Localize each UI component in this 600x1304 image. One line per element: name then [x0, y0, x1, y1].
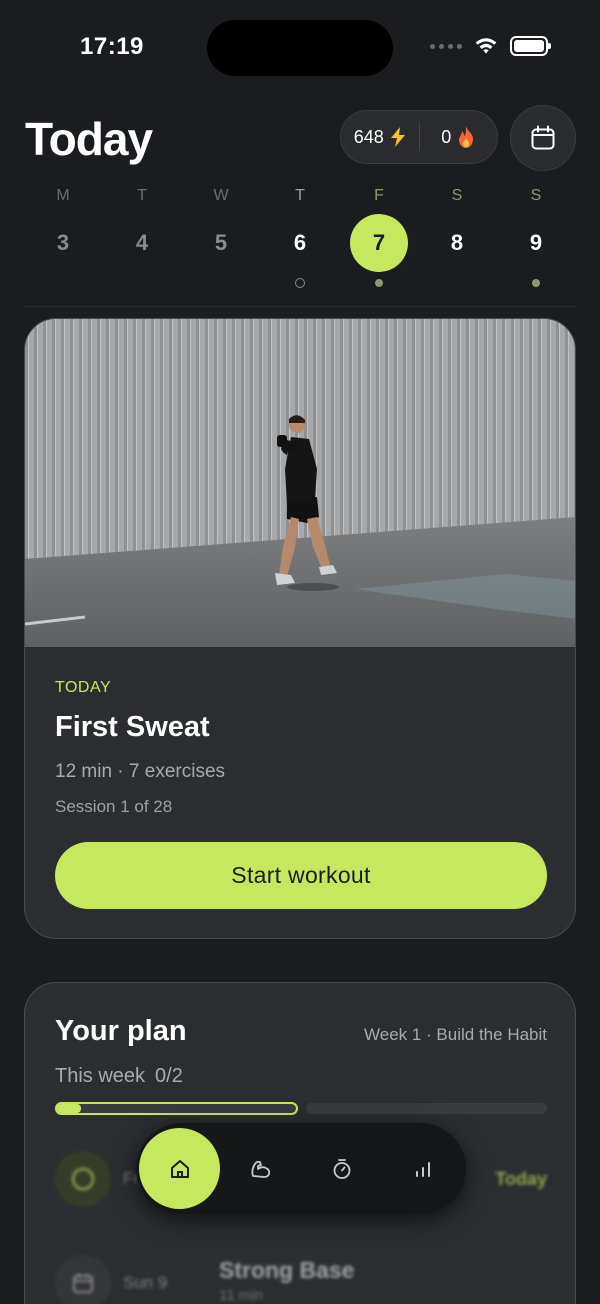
progress-bar-session-1	[55, 1102, 298, 1115]
day-tue[interactable]: T 4	[112, 184, 172, 272]
nav-home[interactable]	[139, 1128, 220, 1209]
day-number: 8	[450, 230, 464, 255]
home-icon	[170, 1159, 189, 1178]
signal-icon	[430, 43, 462, 49]
row-subtitle: 11 min	[219, 1287, 263, 1304]
day-number-selected: 7	[350, 214, 408, 272]
dynamic-island	[207, 20, 393, 76]
row-title: Strong Base	[219, 1257, 355, 1283]
calendar-icon	[531, 125, 555, 150]
divider	[24, 306, 576, 307]
day-letter: F	[374, 187, 384, 204]
day-wed[interactable]: W 5	[191, 184, 251, 272]
battery-icon	[510, 36, 551, 56]
status-time: 17:19	[80, 33, 144, 60]
status-icons	[430, 36, 551, 56]
row-tag: Today	[495, 1169, 547, 1189]
bottom-nav	[136, 1123, 466, 1214]
day-number: 6	[293, 230, 307, 255]
day-letter: W	[213, 187, 229, 204]
day-number: 4	[135, 230, 149, 255]
stats-icon	[415, 1161, 430, 1177]
progress-bar-session-2	[306, 1103, 547, 1114]
session-status-icon	[55, 1255, 111, 1304]
muscle-icon	[250, 1160, 270, 1178]
fire-icon	[459, 126, 474, 148]
day-number: 5	[214, 230, 228, 255]
timer-icon	[333, 1158, 350, 1179]
lightning-icon	[390, 127, 405, 147]
day-thu[interactable]: T 6	[270, 184, 330, 288]
workout-session: Session 1 of 28	[55, 797, 173, 816]
nav-stats[interactable]	[382, 1128, 463, 1209]
progress-fill	[57, 1104, 81, 1113]
day-letter: S	[530, 187, 542, 204]
hero-photo	[25, 319, 575, 647]
plan-title: Your plan	[55, 1015, 187, 1047]
session-status-icon	[55, 1151, 111, 1207]
nav-timer[interactable]	[301, 1128, 382, 1209]
day-mon[interactable]: M 3	[33, 184, 93, 272]
plan-row-upcoming[interactable]: Sun 9 Strong Base 11 min	[55, 1255, 547, 1304]
calendar-icon	[73, 1273, 93, 1293]
status-bar: 17:19	[0, 0, 600, 96]
session-ring-indicator	[295, 278, 305, 288]
day-letter: T	[137, 187, 147, 204]
circle-icon	[71, 1167, 95, 1191]
session-dot-indicator	[532, 279, 540, 287]
workout-day-label: TODAY	[55, 679, 112, 696]
wifi-icon	[475, 38, 497, 54]
weekly-progress-count: 0/2	[155, 1065, 183, 1087]
workout-meta: 12 min · 7 exercises	[55, 761, 226, 782]
energy-stat: 648	[341, 127, 419, 148]
day-sun[interactable]: S 9	[506, 184, 566, 287]
stats-pill[interactable]: 648 0	[340, 110, 498, 164]
streak-stat: 0	[420, 126, 498, 148]
day-fri-selected[interactable]: F 7	[349, 184, 409, 287]
day-number: 9	[529, 230, 543, 255]
day-letter: S	[451, 187, 463, 204]
nav-workouts[interactable]	[220, 1128, 301, 1209]
weekly-progress-label: This week 0/2	[55, 1065, 183, 1088]
calendar-button[interactable]	[510, 105, 576, 171]
energy-value: 648	[353, 126, 384, 147]
day-sat[interactable]: S 8	[427, 184, 487, 272]
day-number: 3	[56, 230, 70, 255]
plan-week-label: Week 1 · Build the Habit	[364, 1025, 547, 1044]
start-workout-button[interactable]: Start workout	[55, 842, 547, 909]
page-title: Today	[25, 113, 153, 165]
streak-value: 0	[441, 126, 452, 147]
workout-title: First Sweat	[55, 711, 210, 743]
day-letter: T	[295, 187, 305, 204]
weekly-progress-text: This week	[55, 1065, 146, 1087]
workout-card[interactable]: TODAY First Sweat 12 min · 7 exercises S…	[24, 318, 576, 939]
row-day: Sun 9	[123, 1273, 168, 1292]
day-letter: M	[56, 187, 70, 204]
session-dot-indicator	[375, 279, 383, 287]
workout-hero-image	[25, 319, 575, 647]
